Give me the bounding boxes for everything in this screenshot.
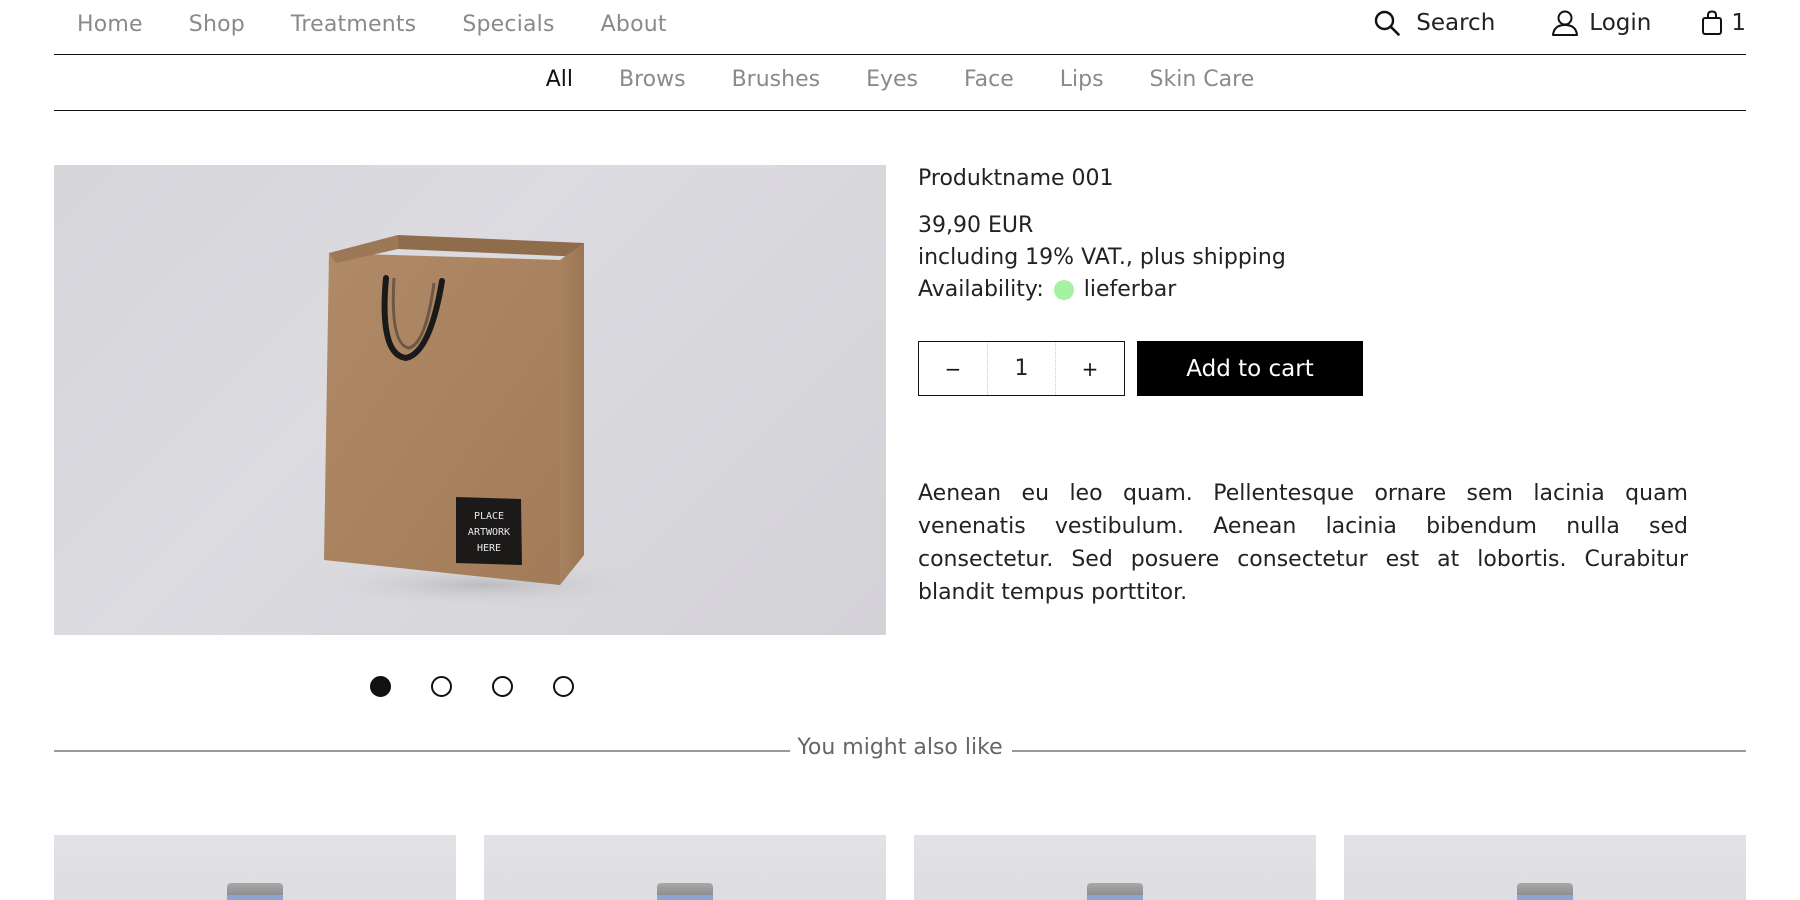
gallery-dot-4[interactable] (553, 676, 574, 697)
nav-about[interactable]: About (601, 12, 667, 37)
main-nav-links: Home Shop Treatments Specials About (77, 12, 667, 37)
product-description: Aenean eu leo quam. Pellentesque ornare … (918, 481, 1688, 605)
related-product-card[interactable] (1344, 835, 1746, 900)
search-label: Search (1416, 10, 1496, 36)
user-icon (1552, 10, 1579, 36)
shopping-bag-illustration: PLACE ARTWORK HERE (314, 235, 654, 607)
search-icon (1375, 10, 1401, 36)
related-products (54, 835, 1746, 900)
product-price: 39,90 EUR (918, 213, 1034, 238)
category-nav: All Brows Brushes Eyes Face Lips Skin Ca… (54, 55, 1746, 111)
top-nav: Home Shop Treatments Specials About Sear… (54, 0, 1746, 55)
gallery-dot-3[interactable] (492, 676, 513, 697)
nav-shop[interactable]: Shop (189, 12, 245, 37)
category-brushes[interactable]: Brushes (732, 67, 820, 92)
login-button[interactable]: Login (1551, 10, 1651, 36)
nav-treatments[interactable]: Treatments (291, 12, 416, 37)
category-skin-care[interactable]: Skin Care (1150, 67, 1255, 92)
quantity-increase-button[interactable]: + (1056, 357, 1124, 381)
product-info: Produktname 001 39,90 EUR including 19% … (918, 166, 1738, 302)
add-to-cart-button[interactable]: Add to cart (1137, 341, 1363, 396)
product-image[interactable]: PLACE ARTWORK HERE (54, 165, 886, 635)
product-jar-image (1087, 883, 1143, 900)
availability-value: lieferbar (1083, 277, 1177, 302)
product-jar-image (657, 883, 713, 900)
availability: Availability: lieferbar (918, 277, 1738, 302)
related-product-card[interactable] (54, 835, 456, 900)
artwork-label-line-3: HERE (477, 543, 501, 554)
quantity-input[interactable]: 1 (987, 342, 1056, 395)
availability-label: Availability: (918, 277, 1044, 302)
related-product-card[interactable] (914, 835, 1316, 900)
gallery-dot-2[interactable] (431, 676, 452, 697)
category-eyes[interactable]: Eyes (866, 67, 918, 92)
quantity-stepper: − 1 + (918, 341, 1125, 396)
product-name: Produktname 001 (918, 166, 1114, 191)
availability-status-dot (1053, 279, 1074, 300)
shopping-bag-icon (1702, 10, 1723, 35)
utility-nav: Search Login 1 (1374, 10, 1746, 36)
cart-count: 1 (1731, 10, 1746, 36)
divider-line-right (1012, 750, 1746, 752)
nav-specials[interactable]: Specials (462, 12, 554, 37)
category-all[interactable]: All (546, 67, 573, 92)
quantity-decrease-button[interactable]: − (919, 357, 987, 381)
vat-note: including 19% VAT., plus shipping (918, 245, 1286, 270)
cart-button[interactable]: 1 (1701, 10, 1746, 36)
gallery-pagination (370, 676, 574, 697)
related-heading: You might also like (797, 735, 1003, 760)
search-button[interactable]: Search (1374, 10, 1495, 36)
category-lips[interactable]: Lips (1060, 67, 1104, 92)
nav-home[interactable]: Home (77, 12, 143, 37)
related-divider: You might also like (54, 735, 1746, 765)
category-face[interactable]: Face (964, 67, 1014, 92)
product-jar-image (227, 883, 283, 900)
related-product-card[interactable] (484, 835, 886, 900)
artwork-label-line-2: ARTWORK (468, 527, 510, 538)
login-label: Login (1589, 10, 1652, 36)
category-brows[interactable]: Brows (619, 67, 686, 92)
artwork-label-line-1: PLACE (474, 511, 504, 522)
gallery-dot-1[interactable] (370, 676, 391, 697)
product-jar-image (1517, 883, 1573, 900)
